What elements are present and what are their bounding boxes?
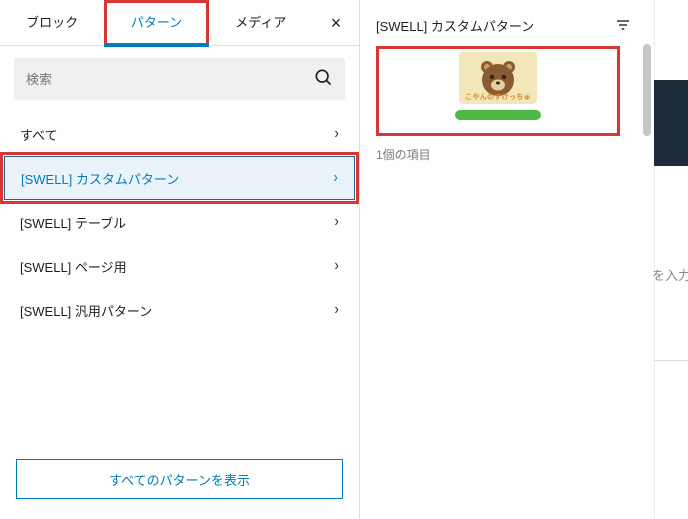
chevron-right-icon: › xyxy=(334,301,338,319)
preview-header: [SWELL] カスタムパターン xyxy=(376,14,632,36)
editor-dark-block xyxy=(654,80,688,166)
tab-media[interactable]: メディア xyxy=(209,0,313,46)
search-icon xyxy=(313,67,333,92)
category-swell-general[interactable]: [SWELL] 汎用パターン › xyxy=(0,288,359,332)
editor-placeholder-text: を入力 xyxy=(652,265,688,284)
category-label: すべて xyxy=(20,125,58,144)
inserter-panel: ブロック パターン メディア × すべて › xyxy=(0,0,360,519)
category-swell-table[interactable]: [SWELL] テーブル › xyxy=(0,200,359,244)
category-label: [SWELL] カスタムパターン xyxy=(21,169,179,188)
pattern-preview-column: [SWELL] カスタムパターン xyxy=(360,0,640,519)
category-label: [SWELL] 汎用パターン xyxy=(20,301,152,320)
scrollbar-thumb[interactable] xyxy=(643,44,651,136)
editor-canvas-peek: を入力 xyxy=(654,0,688,519)
explore-wrap: すべてのパターンを表示 xyxy=(16,459,343,499)
bear-illustration: こやんのすけっちゅ xyxy=(459,52,537,104)
thumbnail-green-button xyxy=(455,110,541,120)
category-swell-custom[interactable]: [SWELL] カスタムパターン › xyxy=(4,156,355,200)
tab-pattern[interactable]: パターン xyxy=(104,0,208,46)
search-box[interactable] xyxy=(14,58,345,100)
editor-placeholder-row: を入力 xyxy=(652,260,688,288)
tab-underline xyxy=(104,44,208,47)
category-label: [SWELL] ページ用 xyxy=(20,257,127,276)
item-count: 1個の項目 xyxy=(376,146,632,163)
filter-icon[interactable] xyxy=(614,16,632,34)
category-all[interactable]: すべて › xyxy=(0,112,359,156)
pattern-thumbnail: こやんのすけっちゅ xyxy=(450,52,546,130)
spacer xyxy=(0,336,359,459)
search-input[interactable] xyxy=(26,72,313,87)
tab-pattern-label: パターン xyxy=(131,15,182,30)
chevron-right-icon: › xyxy=(334,213,338,231)
scrollbar-track xyxy=(643,44,651,264)
search-row xyxy=(0,46,359,108)
chevron-right-icon: › xyxy=(334,257,338,275)
thumbnail-caption: こやんのすけっちゅ xyxy=(459,92,537,102)
right-panel: [SWELL] カスタムパターン xyxy=(360,0,688,519)
category-label: [SWELL] テーブル xyxy=(20,213,126,232)
close-inserter-button[interactable]: × xyxy=(313,0,359,46)
chevron-right-icon: › xyxy=(334,125,338,143)
app-root: ブロック パターン メディア × すべて › xyxy=(0,0,688,519)
category-swell-page[interactable]: [SWELL] ページ用 › xyxy=(0,244,359,288)
pattern-category-list: すべて › [SWELL] カスタムパターン › [SWELL] テーブル › … xyxy=(0,108,359,336)
preview-title: [SWELL] カスタムパターン xyxy=(376,16,534,35)
pattern-card[interactable]: こやんのすけっちゅ xyxy=(376,46,620,136)
explore-all-patterns-button[interactable]: すべてのパターンを表示 xyxy=(16,459,343,499)
editor-divider xyxy=(654,360,688,361)
tab-block[interactable]: ブロック xyxy=(0,0,104,46)
chevron-right-icon: › xyxy=(333,169,337,187)
inserter-tabs: ブロック パターン メディア × xyxy=(0,0,359,46)
